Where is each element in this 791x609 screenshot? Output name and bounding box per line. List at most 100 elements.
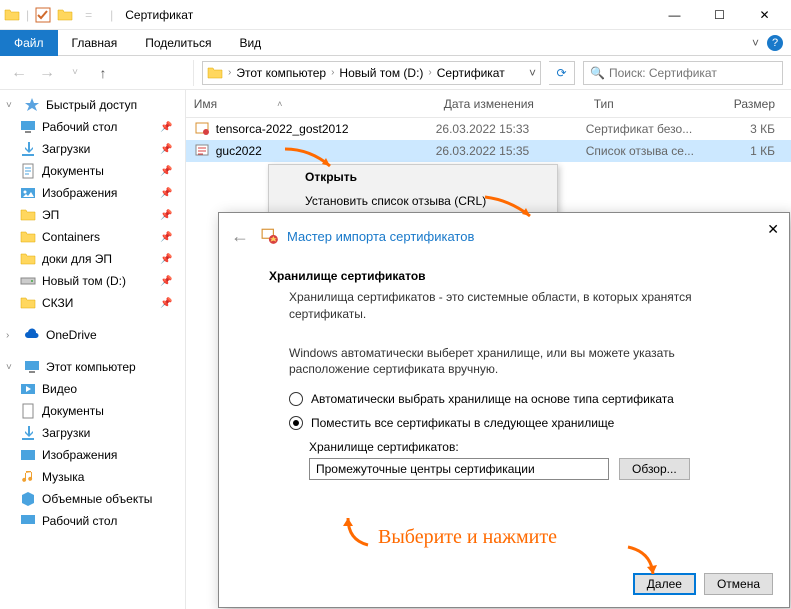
- sidebar-item-skzi[interactable]: СКЗИ📌: [0, 292, 185, 314]
- sidebar-item-desktop[interactable]: Рабочий стол📌: [0, 116, 185, 138]
- desktop-icon: [20, 119, 36, 135]
- nav-tree[interactable]: ˅ Быстрый доступ Рабочий стол📌 Загрузки📌…: [0, 90, 186, 609]
- file-row[interactable]: tensorca-2022_gost2012 26.03.2022 15:33 …: [186, 118, 791, 140]
- file-date: 26.03.2022 15:33: [436, 122, 586, 136]
- pin-icon: 📌: [160, 122, 172, 133]
- close-button[interactable]: ✕: [742, 0, 787, 30]
- crumb-root[interactable]: Этот компьютер: [236, 66, 326, 80]
- wizard-close-icon[interactable]: ✕: [767, 221, 779, 238]
- search-box[interactable]: 🔍: [583, 61, 783, 85]
- pc-icon: [24, 359, 40, 375]
- breadcrumb[interactable]: ›Этот компьютер ›Новый том (D:) ›Сертифи…: [202, 61, 541, 85]
- minimize-button[interactable]: —: [652, 0, 697, 30]
- address-bar: ← → ˅ ↑ ›Этот компьютер ›Новый том (D:) …: [0, 56, 791, 90]
- column-headers[interactable]: Имя˄ Дата изменения Тип Размер: [186, 90, 791, 118]
- nav-up-icon[interactable]: ↑: [92, 65, 114, 81]
- sidebar-item-documents[interactable]: Документы📌: [0, 160, 185, 182]
- chevron-right-icon[interactable]: ›: [6, 330, 18, 341]
- cancel-button[interactable]: Отмена: [704, 573, 773, 595]
- search-input[interactable]: [609, 66, 776, 80]
- radio-auto[interactable]: Автоматически выбрать хранилище на основ…: [269, 392, 739, 406]
- sidebar-item-3d[interactable]: Объемные объекты: [0, 488, 185, 510]
- col-type[interactable]: Тип: [586, 97, 726, 111]
- sidebar-item-downloads[interactable]: Загрузки📌: [0, 138, 185, 160]
- radio-place[interactable]: Поместить все сертификаты в следующее хр…: [269, 416, 739, 430]
- radio-icon[interactable]: [289, 392, 303, 406]
- 3d-icon: [20, 491, 36, 507]
- help-icon[interactable]: ?: [767, 35, 783, 51]
- tab-home[interactable]: Главная: [58, 30, 132, 56]
- sidebar-item-music[interactable]: Музыка: [0, 466, 185, 488]
- crl-icon: [194, 143, 210, 159]
- sidebar-quick-access[interactable]: ˅ Быстрый доступ: [0, 94, 185, 116]
- sidebar-item-ep[interactable]: ЭП📌: [0, 204, 185, 226]
- nav-forward-icon: →: [36, 64, 58, 82]
- checkbox-icon[interactable]: [35, 7, 51, 23]
- sidebar-item-pictures[interactable]: Изображения📌: [0, 182, 185, 204]
- video-icon: [20, 381, 36, 397]
- sidebar-item-drive-d[interactable]: Новый том (D:)📌: [0, 270, 185, 292]
- tab-view[interactable]: Вид: [225, 30, 275, 56]
- pictures-icon: [20, 447, 36, 463]
- nav-back-icon[interactable]: ←: [8, 64, 30, 82]
- file-name: guc2022: [216, 144, 262, 158]
- cert-icon: [194, 121, 210, 137]
- next-button[interactable]: Далее: [633, 573, 696, 595]
- window-title: Сертификат: [125, 8, 193, 22]
- crumb-folder[interactable]: Сертификат: [437, 66, 505, 80]
- cloud-icon: [24, 327, 40, 343]
- maximize-button[interactable]: ☐: [697, 0, 742, 30]
- cert-wizard-icon: [261, 227, 279, 245]
- col-size[interactable]: Размер: [726, 97, 791, 111]
- folder-icon: [20, 295, 36, 311]
- col-name[interactable]: Имя˄: [186, 97, 436, 111]
- ctx-open[interactable]: Открыть: [269, 165, 557, 189]
- pin-icon: 📌: [160, 188, 172, 199]
- col-date[interactable]: Дата изменения: [436, 97, 586, 111]
- title-bar: | = | Сертификат — ☐ ✕: [0, 0, 791, 30]
- downloads-icon: [20, 141, 36, 157]
- wizard-title: Мастер импорта сертификатов: [287, 229, 474, 244]
- sidebar-item-pictures-pc[interactable]: Изображения: [0, 444, 185, 466]
- pin-icon: 📌: [160, 254, 172, 265]
- tab-share[interactable]: Поделиться: [131, 30, 225, 56]
- sidebar-item-docs-ep[interactable]: доки для ЭП📌: [0, 248, 185, 270]
- sidebar-item-documents-pc[interactable]: Документы: [0, 400, 185, 422]
- store-input[interactable]: [309, 458, 609, 480]
- tab-file[interactable]: Файл: [0, 30, 58, 56]
- ribbon-collapse-icon[interactable]: ˅: [752, 36, 759, 50]
- wizard-back-icon[interactable]: ←: [231, 226, 249, 247]
- sidebar-this-pc[interactable]: ˅ Этот компьютер: [0, 356, 185, 378]
- sidebar-item-containers[interactable]: Containers📌: [0, 226, 185, 248]
- sidebar-item-desktop-pc[interactable]: Рабочий стол: [0, 510, 185, 532]
- star-icon: [24, 97, 40, 113]
- radio-icon-selected[interactable]: [289, 416, 303, 430]
- context-menu: Открыть Установить список отзыва (CRL): [268, 164, 558, 219]
- nav-recent-icon[interactable]: ˅: [64, 67, 86, 78]
- file-size: 1 КБ: [726, 144, 791, 158]
- wizard-hint: Windows автоматически выберет хранилище,…: [269, 345, 739, 379]
- file-row-selected[interactable]: guc2022 26.03.2022 15:35 Список отзыва с…: [186, 140, 791, 162]
- pin-icon: 📌: [160, 276, 172, 287]
- search-icon: 🔍: [590, 66, 605, 80]
- sidebar-item-video[interactable]: Видео: [0, 378, 185, 400]
- ribbon: Файл Главная Поделиться Вид ˅ ?: [0, 30, 791, 56]
- ctx-install-crl[interactable]: Установить список отзыва (CRL): [269, 189, 557, 213]
- sidebar-onedrive[interactable]: › OneDrive: [0, 324, 185, 346]
- file-size: 3 КБ: [726, 122, 791, 136]
- crumb-drive[interactable]: Новый том (D:): [339, 66, 423, 80]
- breadcrumb-dropdown-icon[interactable]: ˅: [529, 66, 536, 80]
- file-name: tensorca-2022_gost2012: [216, 122, 349, 136]
- documents-icon: [20, 163, 36, 179]
- pin-icon: 📌: [160, 298, 172, 309]
- folder-icon: [20, 229, 36, 245]
- chevron-down-icon[interactable]: ˅: [6, 362, 18, 373]
- sidebar-item-downloads-pc[interactable]: Загрузки: [0, 422, 185, 444]
- folder-icon: [20, 207, 36, 223]
- browse-button[interactable]: Обзор...: [619, 458, 690, 480]
- pictures-icon: [20, 185, 36, 201]
- refresh-icon[interactable]: ⟳: [549, 61, 575, 85]
- wizard-section: Хранилище сертификатов: [269, 269, 739, 283]
- sort-asc-icon: ˄: [277, 99, 282, 109]
- chevron-down-icon[interactable]: ˅: [6, 100, 18, 111]
